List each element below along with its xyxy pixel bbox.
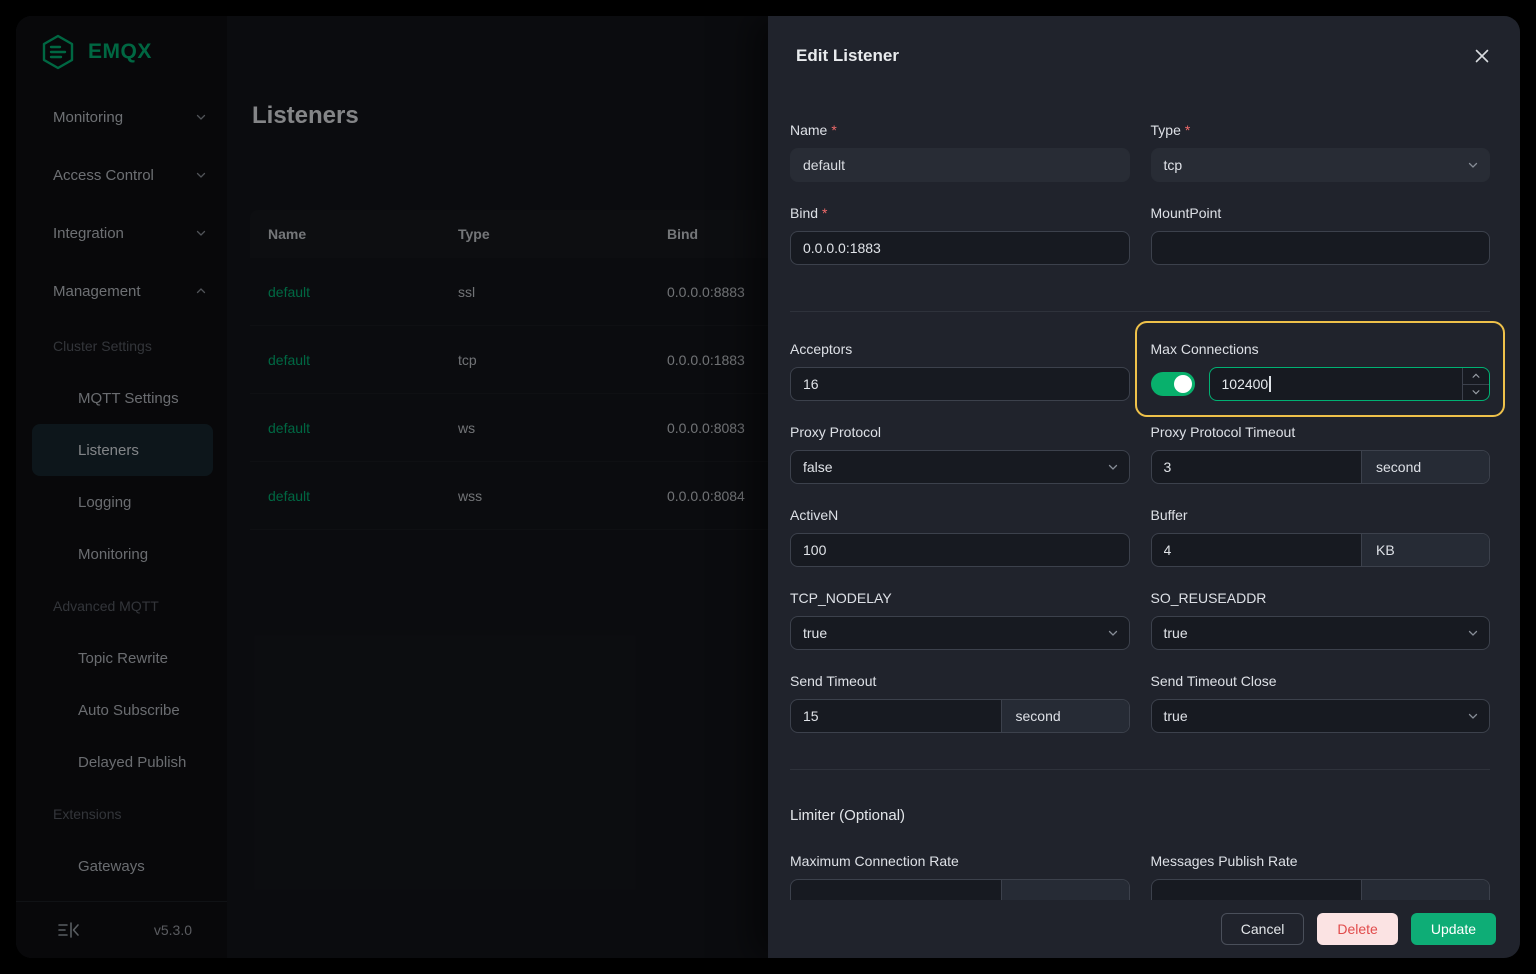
required-mark: *	[822, 205, 828, 221]
mountpoint-input[interactable]	[1150, 231, 1490, 265]
bind-label: Bind	[790, 205, 819, 221]
app-window: EMQX Monitoring Access Control Integrati…	[16, 16, 1520, 958]
edit-listener-drawer: Edit Listener Name * Type *	[768, 16, 1520, 958]
max-connections-label: Max Connections	[1150, 341, 1259, 357]
stepper-down-button[interactable]	[1463, 385, 1489, 401]
messages-publish-rate-input-group	[1150, 879, 1490, 900]
tcp-nodelay-value: true	[803, 625, 828, 641]
messages-publish-rate-label: Messages Publish Rate	[1150, 853, 1298, 869]
so-reuseaddr-label: SO_REUSEADDR	[1150, 590, 1267, 606]
activen-label: ActiveN	[790, 507, 839, 523]
send-timeout-label: Send Timeout	[790, 673, 877, 689]
chevron-down-icon	[1467, 710, 1479, 722]
max-connection-rate-input-group	[790, 879, 1130, 900]
max-connection-rate-input[interactable]	[791, 880, 1001, 900]
drawer-header: Edit Listener	[768, 16, 1520, 80]
section-divider	[790, 769, 1490, 770]
number-stepper	[1462, 368, 1489, 400]
proxy-protocol-value: false	[803, 459, 833, 475]
max-connection-rate-label: Maximum Connection Rate	[790, 853, 959, 869]
name-input	[790, 148, 1130, 182]
drawer-footer: Cancel Delete Update	[768, 900, 1520, 958]
send-timeout-input-group: second	[790, 699, 1130, 733]
buffer-input[interactable]	[1151, 534, 1361, 566]
drawer-title: Edit Listener	[796, 46, 899, 65]
send-timeout-close-value: true	[1163, 708, 1188, 724]
max-connection-rate-unit[interactable]	[1000, 880, 1129, 900]
type-label: Type	[1150, 122, 1181, 138]
proxy-protocol-timeout-unit[interactable]: second	[1361, 451, 1489, 483]
limiter-section-title: Limiter (Optional)	[790, 807, 906, 824]
send-timeout-close-label: Send Timeout Close	[1150, 673, 1277, 689]
cancel-button[interactable]: Cancel	[1220, 913, 1305, 945]
messages-publish-rate-input[interactable]	[1151, 880, 1361, 900]
tcp-nodelay-label: TCP_NODELAY	[790, 590, 892, 606]
max-connections-toggle[interactable]	[1150, 372, 1195, 396]
required-mark: *	[831, 122, 837, 138]
tcp-nodelay-select[interactable]: true	[790, 616, 1130, 650]
proxy-protocol-timeout-input[interactable]	[1151, 451, 1361, 483]
bind-input[interactable]	[790, 231, 1130, 265]
proxy-protocol-timeout-input-group: second	[1150, 450, 1490, 484]
toggle-knob	[1173, 375, 1192, 393]
chevron-down-icon	[1107, 461, 1119, 473]
text-cursor	[1269, 376, 1272, 392]
mountpoint-label: MountPoint	[1150, 205, 1222, 221]
chevron-down-icon	[1107, 627, 1119, 639]
send-timeout-input[interactable]	[791, 700, 1001, 732]
buffer-unit[interactable]: KB	[1361, 534, 1489, 566]
max-connections-input[interactable]: 102400	[1208, 367, 1490, 401]
so-reuseaddr-select[interactable]: true	[1150, 616, 1490, 650]
send-timeout-unit[interactable]: second	[1000, 700, 1129, 732]
drawer-body: Name * Type * tcp	[768, 80, 1520, 900]
type-select-value: tcp	[1163, 157, 1183, 173]
messages-publish-rate-unit[interactable]	[1361, 880, 1489, 900]
buffer-label: Buffer	[1150, 507, 1188, 523]
send-timeout-close-select[interactable]: true	[1150, 699, 1490, 733]
chevron-down-icon	[1467, 159, 1479, 171]
delete-button[interactable]: Delete	[1317, 913, 1398, 945]
proxy-protocol-label: Proxy Protocol	[790, 424, 882, 440]
so-reuseaddr-value: true	[1163, 625, 1188, 641]
section-divider	[790, 311, 1490, 312]
activen-input[interactable]	[790, 533, 1130, 567]
stepper-up-button[interactable]	[1463, 368, 1489, 385]
proxy-protocol-select[interactable]: false	[790, 450, 1130, 484]
buffer-input-group: KB	[1150, 533, 1490, 567]
max-connections-value: 102400	[1221, 376, 1269, 392]
proxy-protocol-timeout-label: Proxy Protocol Timeout	[1150, 424, 1296, 440]
update-button[interactable]: Update	[1410, 913, 1496, 945]
name-label: Name	[790, 122, 828, 138]
required-mark: *	[1184, 122, 1191, 138]
acceptors-input[interactable]	[790, 367, 1130, 401]
close-icon[interactable]	[1474, 48, 1490, 64]
chevron-down-icon	[1467, 627, 1479, 639]
acceptors-label: Acceptors	[790, 341, 853, 357]
type-select: tcp	[1150, 148, 1490, 182]
